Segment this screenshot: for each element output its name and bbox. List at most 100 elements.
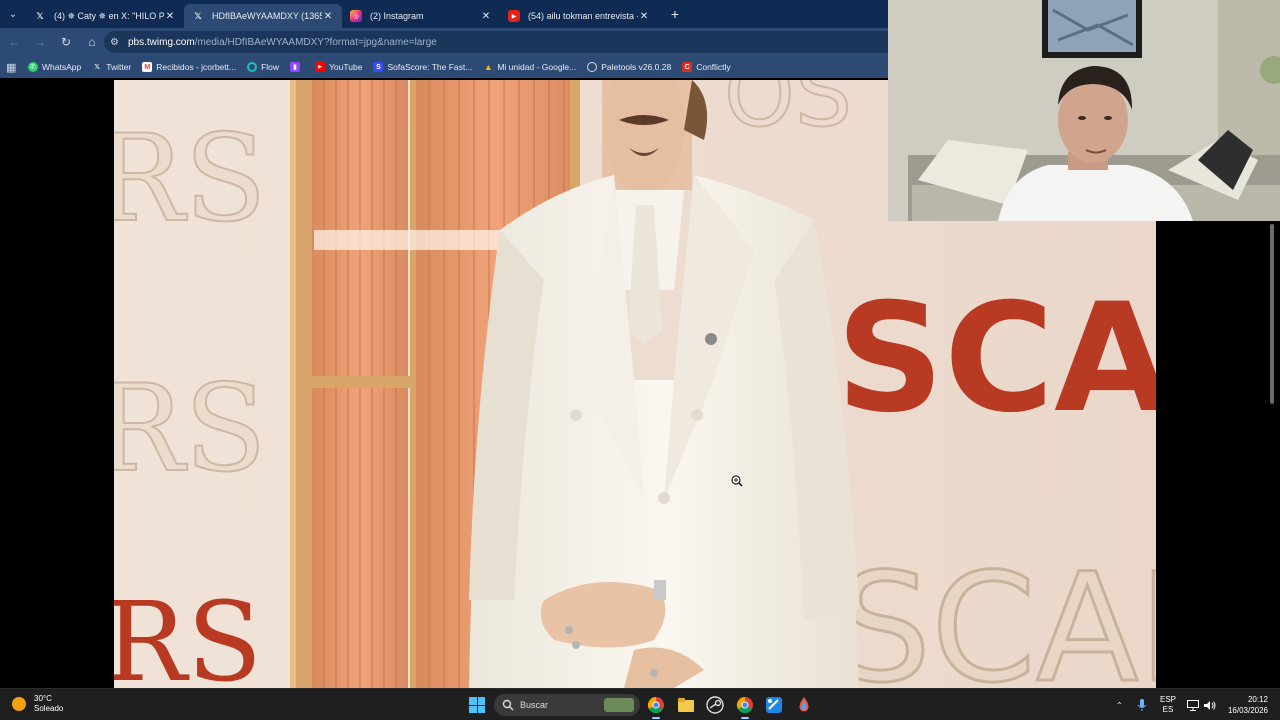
taskbar-search[interactable]: Buscar bbox=[494, 694, 640, 716]
bookmark-twitch[interactable]: ▮ bbox=[290, 62, 304, 72]
search-placeholder: Buscar bbox=[520, 700, 549, 710]
chrome-taskbar-icon[interactable] bbox=[646, 695, 666, 719]
page-scrollbar[interactable] bbox=[1268, 222, 1276, 688]
scrollbar-thumb[interactable] bbox=[1270, 224, 1274, 404]
network-icon[interactable] bbox=[1187, 689, 1199, 720]
twitch-icon: ▮ bbox=[290, 62, 301, 72]
language-code: ESP bbox=[1160, 695, 1177, 704]
conflictly-icon: C bbox=[682, 62, 693, 72]
weather-text: 30°C Soleado bbox=[34, 694, 63, 714]
address-bar[interactable]: ⚙ pbs.twimg.com/media/HDfIBAeWYAAMDXY?fo… bbox=[104, 31, 888, 53]
close-tab-icon[interactable]: ✕ bbox=[480, 11, 492, 22]
tab-title: HDfIBAeWYAAMDXY (1365×1999) bbox=[212, 11, 322, 21]
tab-image-active[interactable]: 𝕏 HDfIBAeWYAAMDXY (1365×1999) ✕ bbox=[184, 4, 342, 28]
tab-instagram[interactable]: ◎ (2) Instagram ✕ bbox=[342, 4, 500, 28]
close-tab-icon[interactable]: ✕ bbox=[164, 11, 176, 22]
chrome-icon bbox=[647, 696, 664, 714]
snipping-tool-taskbar-icon[interactable] bbox=[764, 695, 784, 715]
google-drive-icon: ▲ bbox=[483, 62, 493, 72]
bookmark-label: Paletools v26.0.28 bbox=[601, 62, 672, 72]
folder-icon bbox=[678, 698, 694, 712]
whatsapp-icon: ✆ bbox=[28, 62, 38, 72]
weather-condition: Soleado bbox=[34, 704, 64, 713]
x-logo-icon: 𝕏 bbox=[94, 64, 101, 71]
show-hidden-icons-chevron-icon[interactable]: ⌃ bbox=[1116, 689, 1123, 720]
apps-grid-icon[interactable]: ▦ bbox=[6, 61, 20, 74]
webcam-overlay bbox=[888, 0, 1280, 221]
browser-toolbar: ← → ↻ ⌂ ⚙ pbs.twimg.com/media/HDfIBAeWYA… bbox=[0, 28, 888, 56]
bookmark-label: Recibidos - jcorbett... bbox=[156, 62, 237, 72]
instagram-icon: ◎ bbox=[350, 10, 362, 22]
microphone-icon[interactable] bbox=[1137, 689, 1147, 720]
close-tab-icon[interactable]: ✕ bbox=[322, 11, 334, 22]
tab-title: (54) ailu tokman entrevista - Yo bbox=[528, 11, 638, 21]
bookmarks-bar: ▦ ✆ WhatsApp 𝕏 Twitter M Recibidos - jcorbe… bbox=[0, 56, 888, 78]
bookmark-label: Mi unidad - Google... bbox=[497, 62, 577, 72]
bookmark-label: Twitter bbox=[106, 62, 132, 72]
language-indicator[interactable]: ESP ES bbox=[1160, 689, 1176, 720]
bookmark-label: WhatsApp bbox=[42, 62, 82, 72]
flow-icon bbox=[247, 62, 258, 72]
tab-x-thread[interactable]: 𝕏 (4) ✵ Caty ✵ en X: "HILO PARA ✕ bbox=[26, 4, 184, 28]
bookmark-sofascore[interactable]: S SofaScore: The Fast... bbox=[373, 62, 472, 72]
svg-text:SCAR: SCAR bbox=[836, 272, 1156, 446]
volume-icon[interactable] bbox=[1203, 689, 1216, 720]
url-path: /media/HDfIBAeWYAAMDXY?format=jpg&name=l… bbox=[194, 36, 437, 48]
file-explorer-taskbar-icon[interactable] bbox=[676, 695, 696, 715]
bookmark-youtube[interactable]: ▶ YouTube bbox=[315, 62, 362, 72]
keyboard-layout: ES bbox=[1162, 705, 1174, 714]
back-arrow-icon[interactable]: ← bbox=[2, 30, 26, 54]
search-highlight-image bbox=[604, 698, 634, 712]
sofascore-icon: S bbox=[373, 62, 384, 72]
paint-taskbar-icon[interactable] bbox=[794, 695, 814, 715]
steam-taskbar-icon[interactable] bbox=[705, 695, 725, 715]
gmail-icon: M bbox=[142, 62, 153, 72]
svg-text:SCAR: SCAR bbox=[836, 542, 1156, 688]
weather-widget[interactable]: 30°C Soleado bbox=[12, 694, 63, 714]
new-tab-plus-icon[interactable]: + bbox=[664, 3, 686, 25]
close-tab-icon[interactable]: ✕ bbox=[638, 11, 650, 22]
tab-title: (4) ✵ Caty ✵ en X: "HILO PARA bbox=[54, 10, 164, 21]
tab-strip: ⌄ 𝕏 (4) ✵ Caty ✵ en X: "HILO PARA ✕ 𝕏 HD… bbox=[0, 0, 888, 28]
svg-text:OS: OS bbox=[724, 80, 852, 147]
bookmark-whatsapp[interactable]: ✆ WhatsApp bbox=[28, 62, 81, 72]
site-info-icon[interactable]: ⚙ bbox=[110, 37, 124, 48]
bookmark-conflictly[interactable]: C Conflictly bbox=[682, 62, 731, 72]
bookmark-label: Flow bbox=[261, 62, 280, 72]
bookmark-google-drive[interactable]: ▲ Mi unidad - Google... bbox=[483, 62, 576, 72]
windows-start-icon[interactable] bbox=[469, 697, 485, 713]
bookmark-flow[interactable]: Flow bbox=[247, 62, 279, 72]
bookmark-twitter[interactable]: 𝕏 Twitter bbox=[92, 62, 131, 72]
clock-time: 20:12 bbox=[1247, 695, 1268, 704]
steam-icon bbox=[706, 696, 724, 714]
forward-arrow-icon[interactable]: → bbox=[28, 30, 52, 54]
svg-text:RS: RS bbox=[114, 110, 267, 249]
screen: RS RS RS OS SCA SCA ⌄ 𝕏 (4) ✵ Caty ✵ en … bbox=[0, 0, 1280, 720]
windows-taskbar: 30°C Soleado Buscar ⌃ ESP ES 20:12 16/03… bbox=[0, 688, 1280, 720]
chrome-icon bbox=[736, 696, 753, 714]
search-icon bbox=[502, 699, 514, 711]
svg-text:RS: RS bbox=[114, 578, 262, 688]
snipping-tool-icon bbox=[766, 697, 782, 713]
reload-icon[interactable]: ↻ bbox=[54, 30, 78, 54]
weather-temp: 30°C bbox=[34, 694, 52, 703]
bookmark-label: Conflictly bbox=[696, 62, 731, 72]
paint-drop-icon bbox=[799, 697, 809, 712]
sun-icon bbox=[12, 697, 26, 711]
clock-date: 16/03/2026 bbox=[1227, 706, 1268, 715]
x-logo-icon: 𝕏 bbox=[36, 10, 44, 21]
youtube-icon: ▶ bbox=[315, 62, 326, 72]
bookmark-gmail[interactable]: M Recibidos - jcorbett... bbox=[142, 62, 236, 72]
bookmark-paletools[interactable]: Paletools v26.0.28 bbox=[587, 62, 671, 72]
youtube-icon: ▶ bbox=[508, 10, 520, 22]
chrome-profile-taskbar-icon[interactable] bbox=[735, 695, 755, 719]
paletools-icon bbox=[587, 62, 598, 72]
home-icon[interactable]: ⌂ bbox=[80, 30, 104, 54]
svg-text:RS: RS bbox=[114, 360, 267, 499]
tab-search-chevron-icon[interactable]: ⌄ bbox=[0, 0, 26, 28]
system-clock[interactable]: 20:12 16/03/2026 bbox=[1228, 694, 1268, 716]
bookmark-label: SofaScore: The Fast... bbox=[387, 62, 473, 72]
tab-youtube[interactable]: ▶ (54) ailu tokman entrevista - Yo ✕ bbox=[500, 4, 658, 28]
x-logo-icon: 𝕏 bbox=[194, 10, 202, 21]
bookmark-label: YouTube bbox=[329, 62, 363, 72]
